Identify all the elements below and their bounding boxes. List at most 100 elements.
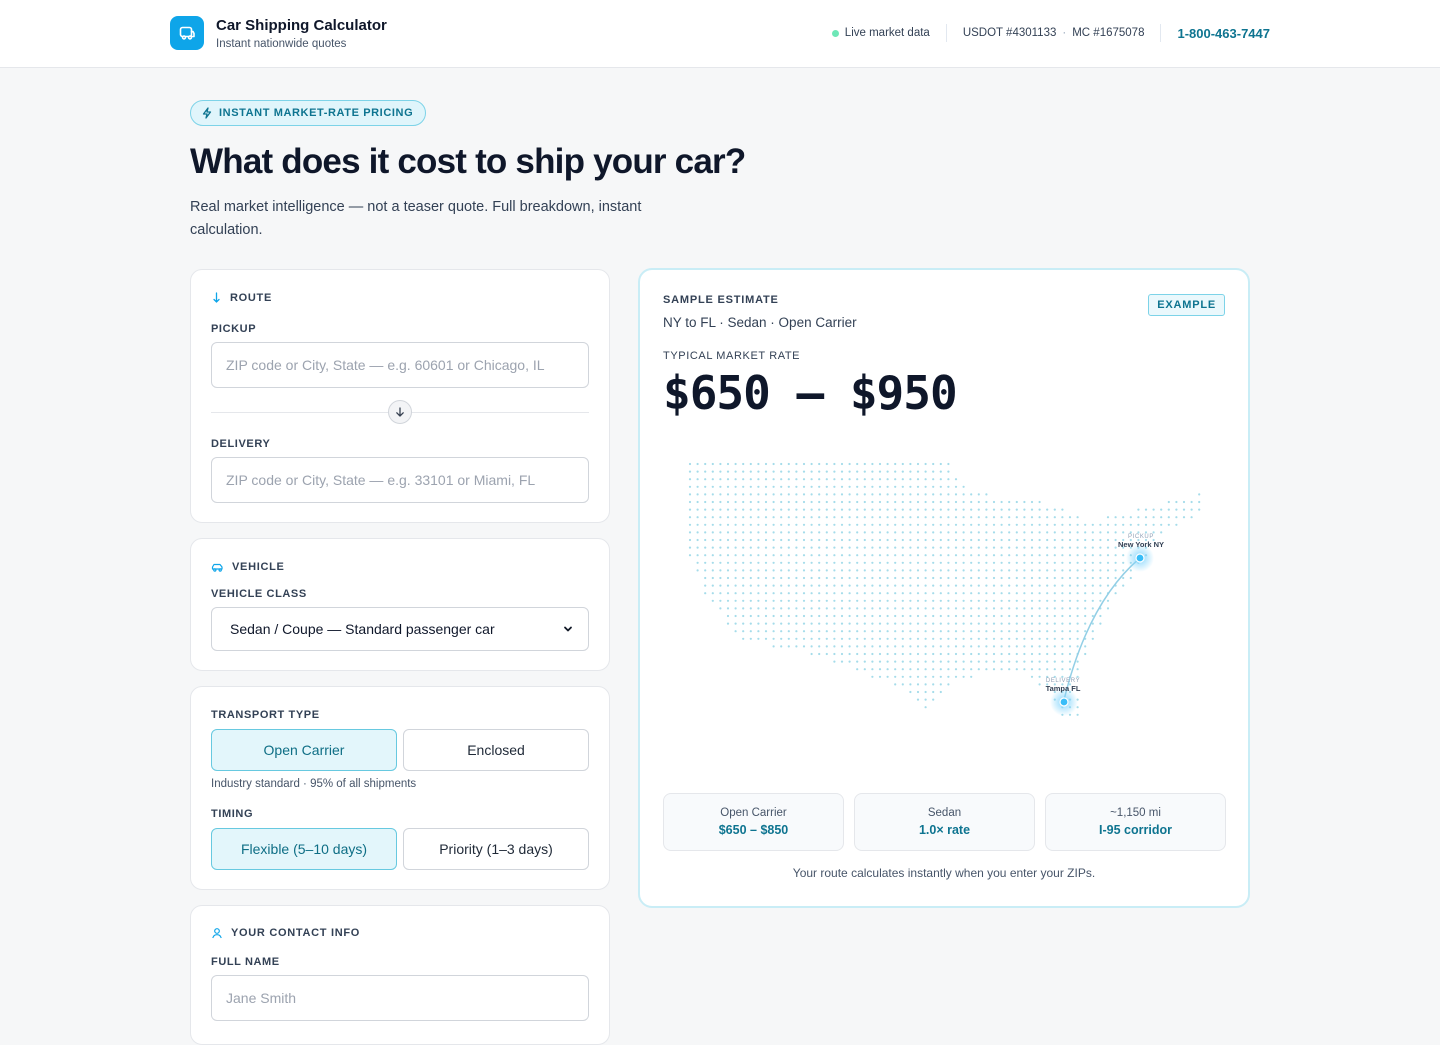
map-dot	[1061, 599, 1064, 602]
map-dot	[719, 592, 722, 595]
map-dot	[704, 470, 707, 473]
map-dot	[1053, 592, 1056, 595]
map-dot	[1008, 592, 1011, 595]
map-dot	[878, 554, 882, 557]
brand[interactable]: Car Shipping Calculator Instant nationwi…	[170, 16, 387, 50]
delivery-input[interactable]	[211, 457, 589, 503]
map-dot	[742, 576, 745, 580]
map-dot	[901, 660, 904, 663]
full-name-input[interactable]	[211, 975, 589, 1021]
map-dot	[924, 660, 927, 663]
map-dot	[825, 516, 828, 519]
flexible-timing-button[interactable]: Flexible (5–10 days)	[211, 828, 397, 870]
map-dot	[1084, 630, 1087, 633]
map-dot	[962, 607, 965, 610]
map-dot	[1084, 546, 1087, 549]
map-dot	[954, 561, 958, 564]
map-dot	[818, 622, 821, 625]
map-dot	[787, 493, 790, 496]
map-dot	[863, 485, 866, 488]
map-dot	[871, 592, 874, 595]
map-dot	[719, 576, 722, 580]
map-dot	[742, 531, 745, 534]
phone-link[interactable]: 1-800-463-7447	[1177, 26, 1270, 41]
contact-heading-label: YOUR CONTACT INFO	[231, 927, 361, 939]
pickup-input[interactable]	[211, 342, 589, 388]
map-dot	[795, 584, 798, 587]
enclosed-button[interactable]: Enclosed	[403, 729, 589, 771]
map-dot	[947, 478, 950, 481]
map-dot	[772, 470, 775, 473]
map-dot	[970, 652, 973, 656]
map-dot	[1046, 630, 1049, 633]
map-dot	[901, 561, 904, 564]
map-dot	[992, 500, 996, 504]
map-dot	[1038, 645, 1041, 648]
map-dot	[1099, 531, 1102, 534]
map-dot	[764, 508, 768, 511]
map-dot	[894, 683, 897, 686]
map-dot	[1076, 531, 1079, 534]
map-dot	[1015, 500, 1018, 504]
map-dot	[848, 576, 851, 580]
map-dot	[711, 592, 714, 595]
map-dot	[1023, 637, 1026, 640]
map-dot	[1015, 584, 1018, 587]
swap-button[interactable]	[388, 400, 412, 424]
map-dot	[992, 614, 996, 618]
map-dot	[795, 538, 798, 542]
map-dot	[848, 523, 851, 526]
map-dot	[924, 637, 927, 640]
map-dot	[1053, 584, 1056, 587]
header-meta: Live market data USDOT #4301133 · MC #16…	[831, 22, 1270, 44]
map-dot	[772, 584, 775, 587]
vehicle-class-value: Sedan / Coupe — Standard passenger car	[230, 621, 495, 637]
map-dot	[749, 561, 752, 564]
map-dot	[1000, 531, 1003, 534]
map-dot	[1099, 546, 1102, 549]
map-dot	[749, 637, 752, 640]
map-dot	[840, 569, 844, 572]
map-dot	[970, 531, 973, 534]
map-dot	[1030, 637, 1034, 640]
vehicle-class-select[interactable]: Sedan / Coupe — Standard passenger car	[211, 607, 589, 651]
map-dot	[1091, 538, 1094, 542]
map-dot	[1015, 599, 1018, 602]
map-dot	[894, 516, 897, 519]
map-dot	[977, 614, 980, 618]
map-dot	[772, 569, 775, 572]
live-label: Live market data	[844, 27, 930, 39]
map-dot	[749, 614, 752, 618]
map-dot	[947, 599, 950, 602]
map-dot	[840, 516, 844, 519]
map-dot	[840, 538, 844, 542]
map-dot	[932, 652, 935, 656]
map-dot	[954, 538, 958, 542]
map-dot	[856, 500, 859, 504]
map-dot	[985, 546, 988, 549]
map-dot	[810, 493, 813, 496]
map-dot	[1106, 516, 1110, 519]
map-dot	[825, 584, 828, 587]
map-dot	[1000, 614, 1003, 618]
map-dot	[871, 500, 874, 504]
map-dot	[848, 607, 851, 610]
vehicle-heading: VEHICLE	[211, 561, 285, 573]
map-dot	[977, 637, 980, 640]
map-dot	[1046, 531, 1049, 534]
map-dot	[909, 637, 912, 640]
map-dot	[1053, 508, 1056, 511]
map-dot	[924, 614, 927, 618]
map-dot	[916, 675, 920, 678]
map-dot	[757, 554, 760, 557]
priority-timing-button[interactable]: Priority (1–3 days)	[403, 828, 589, 870]
open-carrier-button[interactable]: Open Carrier	[211, 729, 397, 771]
map-dot	[749, 584, 752, 587]
map-dot	[886, 531, 889, 534]
map-dot	[1061, 607, 1064, 610]
map-dot	[848, 478, 851, 481]
map-dot	[764, 584, 768, 587]
map-dot	[802, 599, 806, 602]
map-dot	[780, 592, 783, 595]
map-dot	[916, 660, 920, 663]
